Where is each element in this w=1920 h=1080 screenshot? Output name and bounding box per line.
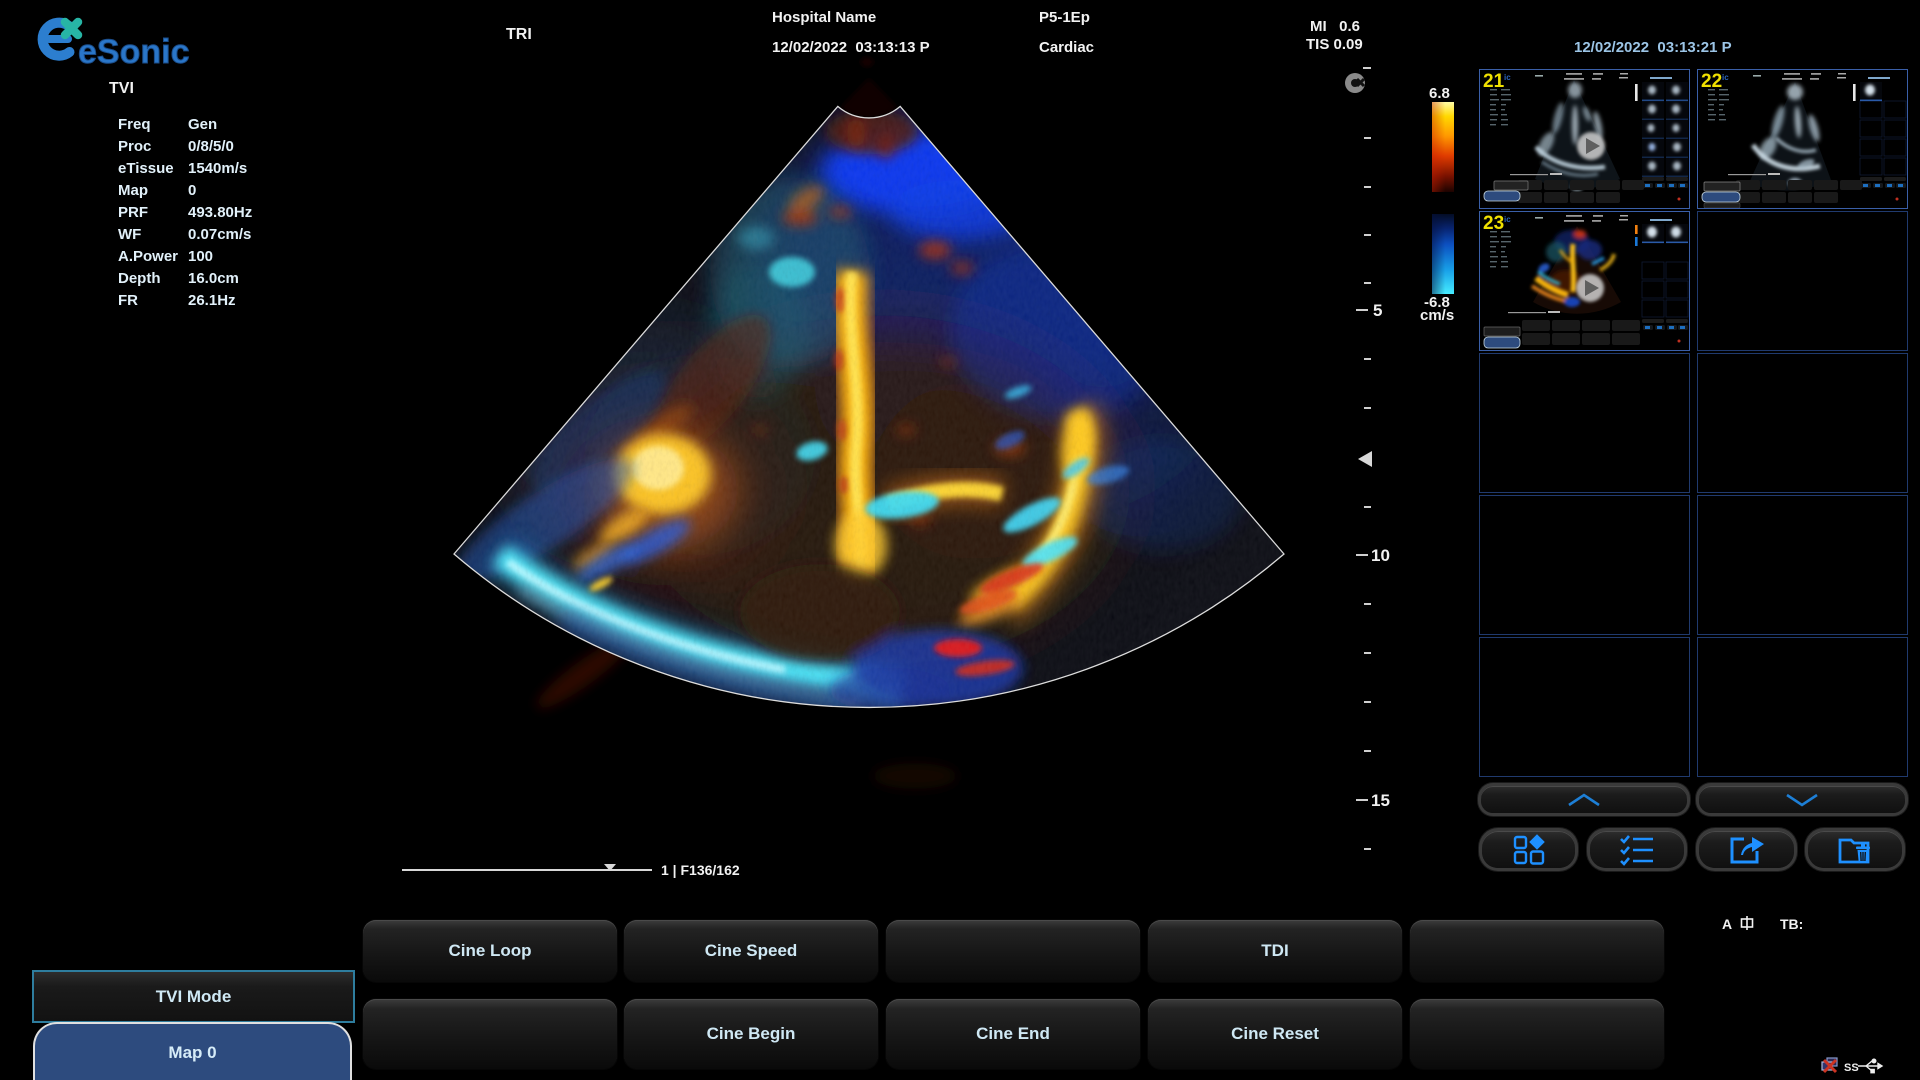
svg-text:ic: ic	[1504, 215, 1511, 224]
svg-text:15: 15	[1371, 791, 1390, 810]
svg-text:eSonic: eSonic	[78, 33, 189, 71]
svg-text:SS: SS	[1844, 1062, 1859, 1074]
svg-text:23: 23	[1483, 213, 1504, 234]
svg-text:22: 22	[1701, 71, 1722, 92]
svg-text:5: 5	[1373, 301, 1382, 320]
svg-text:10: 10	[1371, 546, 1390, 565]
svg-text:ic: ic	[1504, 73, 1511, 82]
svg-text:21: 21	[1483, 71, 1505, 92]
svg-text:ic: ic	[1722, 73, 1729, 82]
